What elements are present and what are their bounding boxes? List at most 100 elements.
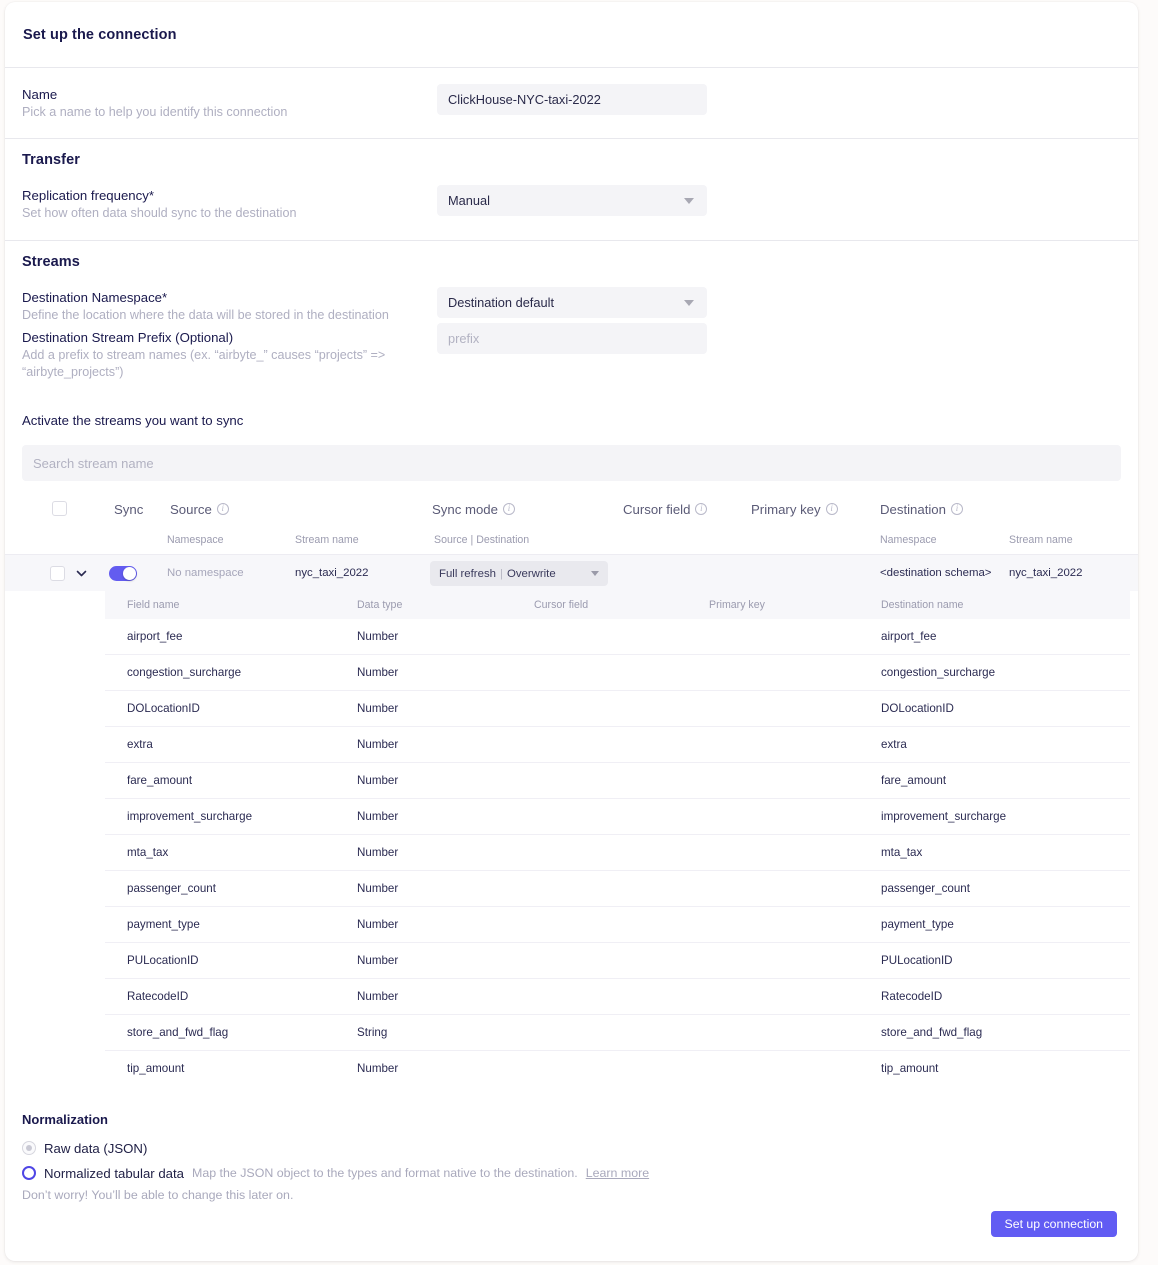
sync-mode-source: Full refresh [439, 568, 496, 580]
field-cell-field-name: passenger_count [127, 882, 216, 895]
field-subheader-destination-name: Destination name [881, 599, 963, 611]
field-row[interactable]: RatecodeIDNumberRatecodeID [105, 979, 1130, 1015]
info-icon[interactable] [951, 503, 963, 515]
field-row[interactable]: store_and_fwd_flag String store_and_fwd_fl… [105, 1015, 1130, 1051]
destination-namespace-value: Destination default [448, 295, 554, 310]
field-cell-data-type: Number [357, 1062, 398, 1075]
info-icon[interactable] [695, 503, 707, 515]
destination-prefix-label: Destination Stream Prefix (Optional) [22, 329, 437, 346]
normalization-section: Normalization Raw data (JSON) Normalized… [5, 1095, 1138, 1202]
column-header-source: Source [170, 502, 229, 517]
subheader-sync-mode-pair: Source | Destination [434, 534, 529, 546]
field-row[interactable]: mta_taxNumbermta_tax [105, 835, 1130, 871]
field-cell-field-name: DOLocationID [127, 702, 200, 715]
replication-frequency-select[interactable]: Manual [437, 185, 707, 216]
chevron-down-icon [684, 198, 694, 204]
field-row[interactable]: congestion_surchargeNumbercongestion_sur… [105, 655, 1130, 691]
stream-source-name: nyc_taxi_2022 [295, 567, 368, 579]
sync-mode-destination: Overwrite [507, 568, 556, 580]
sync-mode-select[interactable]: Full refresh|Overwrite [430, 561, 608, 586]
transfer-title: Transfer [5, 152, 1138, 168]
chevron-down-icon[interactable] [75, 567, 88, 580]
set-up-connection-button[interactable]: Set up connection [991, 1211, 1117, 1237]
field-subheader-data-type: Data type [357, 599, 402, 611]
radio-unselected-icon[interactable] [22, 1141, 36, 1155]
destination-namespace-description: Define the location where the data will … [22, 307, 412, 324]
connection-name-input[interactable]: ClickHouse-NYC-taxi-2022 [437, 84, 707, 115]
normalization-option-raw-label: Raw data (JSON) [44, 1141, 147, 1156]
field-cell-data-type: Number [357, 954, 398, 967]
field-row[interactable]: PULocationIDNumberPULocationID [105, 943, 1130, 979]
activate-streams-label: Activate the streams you want to sync [5, 412, 1138, 429]
field-row[interactable]: extraNumberextra [105, 727, 1130, 763]
field-cell-data-type: Number [357, 810, 398, 823]
field-cell-destination-name: airport_fee [881, 630, 936, 643]
search-stream-input[interactable]: Search stream name [22, 445, 1121, 481]
field-subheader-cursor-field: Cursor field [534, 599, 588, 611]
info-icon[interactable] [217, 503, 229, 515]
field-cell-data-type: Number [357, 882, 398, 895]
radio-selected-icon[interactable] [22, 1166, 36, 1180]
field-cell-field-name: fare_amount [127, 774, 192, 787]
transfer-section: Transfer Replication frequency* Set how … [5, 139, 1138, 241]
subheader-source-stream-name: Stream name [295, 534, 359, 546]
subheader-source-namespace: Namespace [167, 534, 224, 546]
field-row[interactable]: payment_typeNumberpayment_type [105, 907, 1130, 943]
column-header-destination: Destination [880, 502, 963, 517]
field-cell-field-name: congestion_surcharge [127, 666, 241, 679]
field-cell-data-type: Number [357, 990, 398, 1003]
info-icon[interactable] [826, 503, 838, 515]
normalization-option-normalized-label: Normalized tabular data [44, 1166, 184, 1181]
field-row[interactable]: DOLocationIDNumberDOLocationID [105, 691, 1130, 727]
field-row[interactable]: improvement_surchargeNumberimprovement_s… [105, 799, 1130, 835]
field-cell-field-name: improvement_surcharge [127, 810, 252, 823]
field-cell-data-type: Number [357, 846, 398, 859]
streams-table-header: Sync Source Sync mode Cursor field [5, 491, 1138, 527]
stream-row[interactable]: No namespace nyc_taxi_2022 Full refresh|… [5, 555, 1138, 591]
column-header-sync: Sync [114, 502, 143, 517]
field-cell-data-type: Number [357, 774, 398, 787]
normalization-option-raw[interactable]: Raw data (JSON) [22, 1138, 1121, 1158]
field-subheader-field-name: Field name [127, 599, 179, 611]
column-header-cursor-field: Cursor field [623, 502, 707, 517]
field-cell-destination-name: RatecodeID [881, 990, 942, 1003]
destination-namespace-select[interactable]: Destination default [437, 287, 707, 318]
normalization-option-normalized[interactable]: Normalized tabular data Map the JSON obj… [22, 1163, 1121, 1183]
field-cell-data-type: String [357, 1026, 387, 1039]
stream-dest-name: nyc_taxi_2022 [1009, 567, 1082, 579]
field-row[interactable]: airport_feeNumberairport_fee [105, 619, 1130, 655]
field-cell-field-name: tip_amount [127, 1062, 184, 1075]
field-cell-destination-name: passenger_count [881, 882, 970, 895]
stream-row-checkbox[interactable] [50, 566, 65, 581]
learn-more-link[interactable]: Learn more [586, 1166, 649, 1180]
field-cell-field-name: airport_fee [127, 630, 182, 643]
field-row[interactable]: fare_amountNumberfare_amount [105, 763, 1130, 799]
field-row[interactable]: tip_amount Number tip_amount [105, 1051, 1130, 1079]
field-cell-destination-name: extra [881, 738, 907, 751]
field-cell-field-name: PULocationID [127, 954, 199, 967]
card-footer: Set up connection [5, 1199, 1138, 1261]
field-rows-container: airport_feeNumberairport_feecongestion_s… [105, 619, 1130, 1079]
name-description: Pick a name to help you identify this co… [22, 104, 412, 121]
normalization-title: Normalization [22, 1112, 1121, 1127]
field-subheader-primary-key: Primary key [709, 599, 765, 611]
name-label: Name [22, 86, 437, 103]
field-cell-destination-name: store_and_fwd_flag [881, 1026, 982, 1039]
select-all-checkbox[interactable] [52, 501, 67, 516]
field-table-subheader: Field name Data type Cursor field Primar… [105, 591, 1130, 619]
stream-sync-toggle[interactable] [109, 566, 137, 581]
field-cell-field-name: payment_type [127, 918, 200, 931]
chevron-down-icon [591, 571, 599, 576]
field-cell-field-name: store_and_fwd_flag [127, 1026, 228, 1039]
field-cell-destination-name: tip_amount [881, 1062, 938, 1075]
replication-frequency-description: Set how often data should sync to the de… [22, 205, 412, 222]
stream-source-namespace: No namespace [167, 567, 244, 579]
info-icon[interactable] [503, 503, 515, 515]
field-cell-destination-name: payment_type [881, 918, 954, 931]
streams-table: Sync Source Sync mode Cursor field [5, 491, 1138, 1079]
streams-section: Streams Destination Namespace* Define th… [5, 241, 1138, 1079]
destination-prefix-input[interactable]: prefix [437, 323, 707, 354]
field-cell-data-type: Number [357, 738, 398, 751]
page-root: Set up the connection Name Pick a name t… [0, 0, 1158, 1265]
field-row[interactable]: passenger_count Number passenger_count [105, 871, 1130, 907]
